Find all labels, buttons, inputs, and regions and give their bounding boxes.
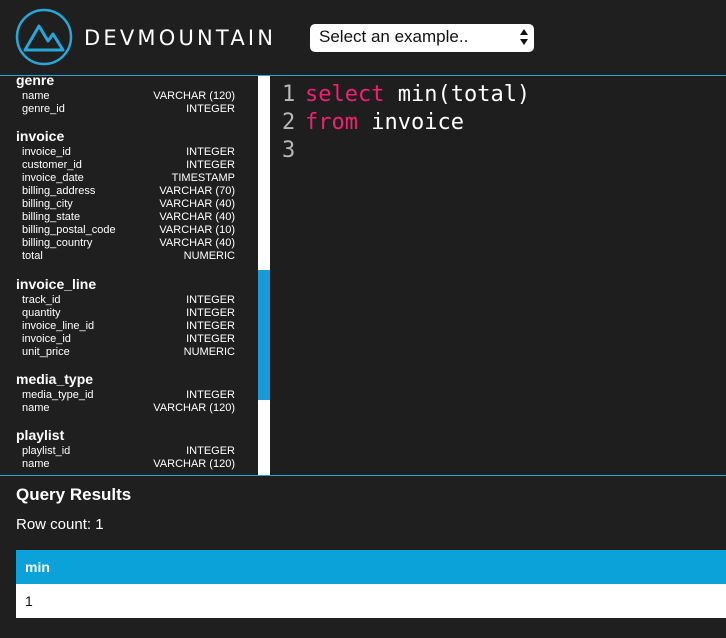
column-type: INTEGER — [186, 333, 235, 345]
table-cell: 1 — [25, 593, 33, 609]
column-type: INTEGER — [186, 159, 235, 171]
schema-scroll-thumb[interactable] — [258, 270, 270, 400]
sql-text: min(total) — [384, 82, 531, 107]
schema-scrollbar[interactable] — [258, 76, 270, 476]
column-type: VARCHAR (40) — [159, 211, 235, 223]
example-select-value: Select an example.. — [319, 27, 469, 46]
table-name-invoice: invoice — [16, 128, 65, 144]
line-number: 3 — [282, 138, 296, 163]
column-type: INTEGER — [186, 103, 235, 115]
sql-keyword: from — [305, 110, 358, 135]
column-name: name — [22, 458, 50, 470]
column-type: VARCHAR (120) — [153, 90, 235, 102]
table-row: 1 — [16, 584, 726, 618]
column-name: invoice_id — [22, 333, 71, 345]
column-type: VARCHAR (120) — [153, 458, 235, 470]
column-type: INTEGER — [186, 307, 235, 319]
column-name: genre_id — [22, 103, 65, 115]
column-type: VARCHAR (40) — [159, 237, 235, 249]
column-type: INTEGER — [186, 320, 235, 332]
column-type: NUMERIC — [183, 250, 235, 262]
column-name: quantity — [22, 307, 61, 319]
column-type: VARCHAR (120) — [153, 402, 235, 414]
column-type: VARCHAR (40) — [159, 198, 235, 210]
column-type: VARCHAR (10) — [159, 224, 235, 236]
results-header-row: min — [16, 550, 726, 584]
column-name: name — [22, 402, 50, 414]
column-name: customer_id — [22, 159, 82, 171]
query-results: Query Results Row count: 1 min 1 — [0, 476, 726, 638]
mountain-logo-icon — [15, 8, 73, 66]
column-name: invoice_date — [22, 172, 84, 184]
column-type: TIMESTAMP — [171, 172, 235, 184]
column-name: playlist_id — [22, 445, 71, 457]
column-name: invoice_id — [22, 146, 71, 158]
column-name: invoice_line_id — [22, 320, 95, 332]
row-count: Row count: 1 — [16, 516, 104, 533]
table-name-invoice-line: invoice_line — [16, 276, 97, 292]
column-name: media_type_id — [22, 389, 94, 401]
column-header-min: min — [25, 559, 50, 575]
updown-arrows-icon — [520, 29, 528, 45]
app-header: DEVMOUNTAIN Select an example.. — [0, 0, 726, 76]
example-select[interactable]: Select an example.. — [310, 24, 534, 52]
schema-panel[interactable]: genre name VARCHAR (120) genre_id INTEGER inv… — [0, 76, 258, 476]
column-name: name — [22, 90, 50, 102]
table-name-media-type: media_type — [16, 371, 94, 387]
line-number: 2 — [282, 110, 296, 135]
column-type: INTEGER — [186, 445, 235, 457]
table-name-playlist: playlist — [16, 427, 65, 443]
column-name: billing_address — [22, 185, 96, 197]
line-number: 1 — [282, 82, 296, 107]
column-name: track_id — [22, 294, 61, 306]
column-name: billing_city — [22, 198, 73, 210]
column-type: VARCHAR (70) — [159, 185, 235, 197]
column-type: INTEGER — [186, 389, 235, 401]
column-name: billing_postal_code — [22, 224, 116, 236]
sql-keyword: select — [305, 82, 385, 107]
brand-name: DEVMOUNTAIN — [84, 26, 277, 50]
column-type: INTEGER — [186, 294, 235, 306]
sql-text: invoice — [357, 110, 464, 135]
column-type: NUMERIC — [183, 346, 235, 358]
column-type: INTEGER — [186, 146, 235, 158]
code-line[interactable]: select min(total) — [305, 82, 530, 107]
column-name: unit_price — [22, 346, 70, 358]
column-name: billing_state — [22, 211, 81, 223]
sql-editor[interactable]: 1 select min(total) 2 from invoice 3 — [270, 76, 726, 476]
column-name: billing_country — [22, 237, 93, 249]
column-name: total — [22, 250, 43, 262]
results-title: Query Results — [16, 485, 132, 504]
code-line[interactable]: from invoice — [305, 110, 464, 135]
table-name-genre: genre — [16, 76, 55, 88]
